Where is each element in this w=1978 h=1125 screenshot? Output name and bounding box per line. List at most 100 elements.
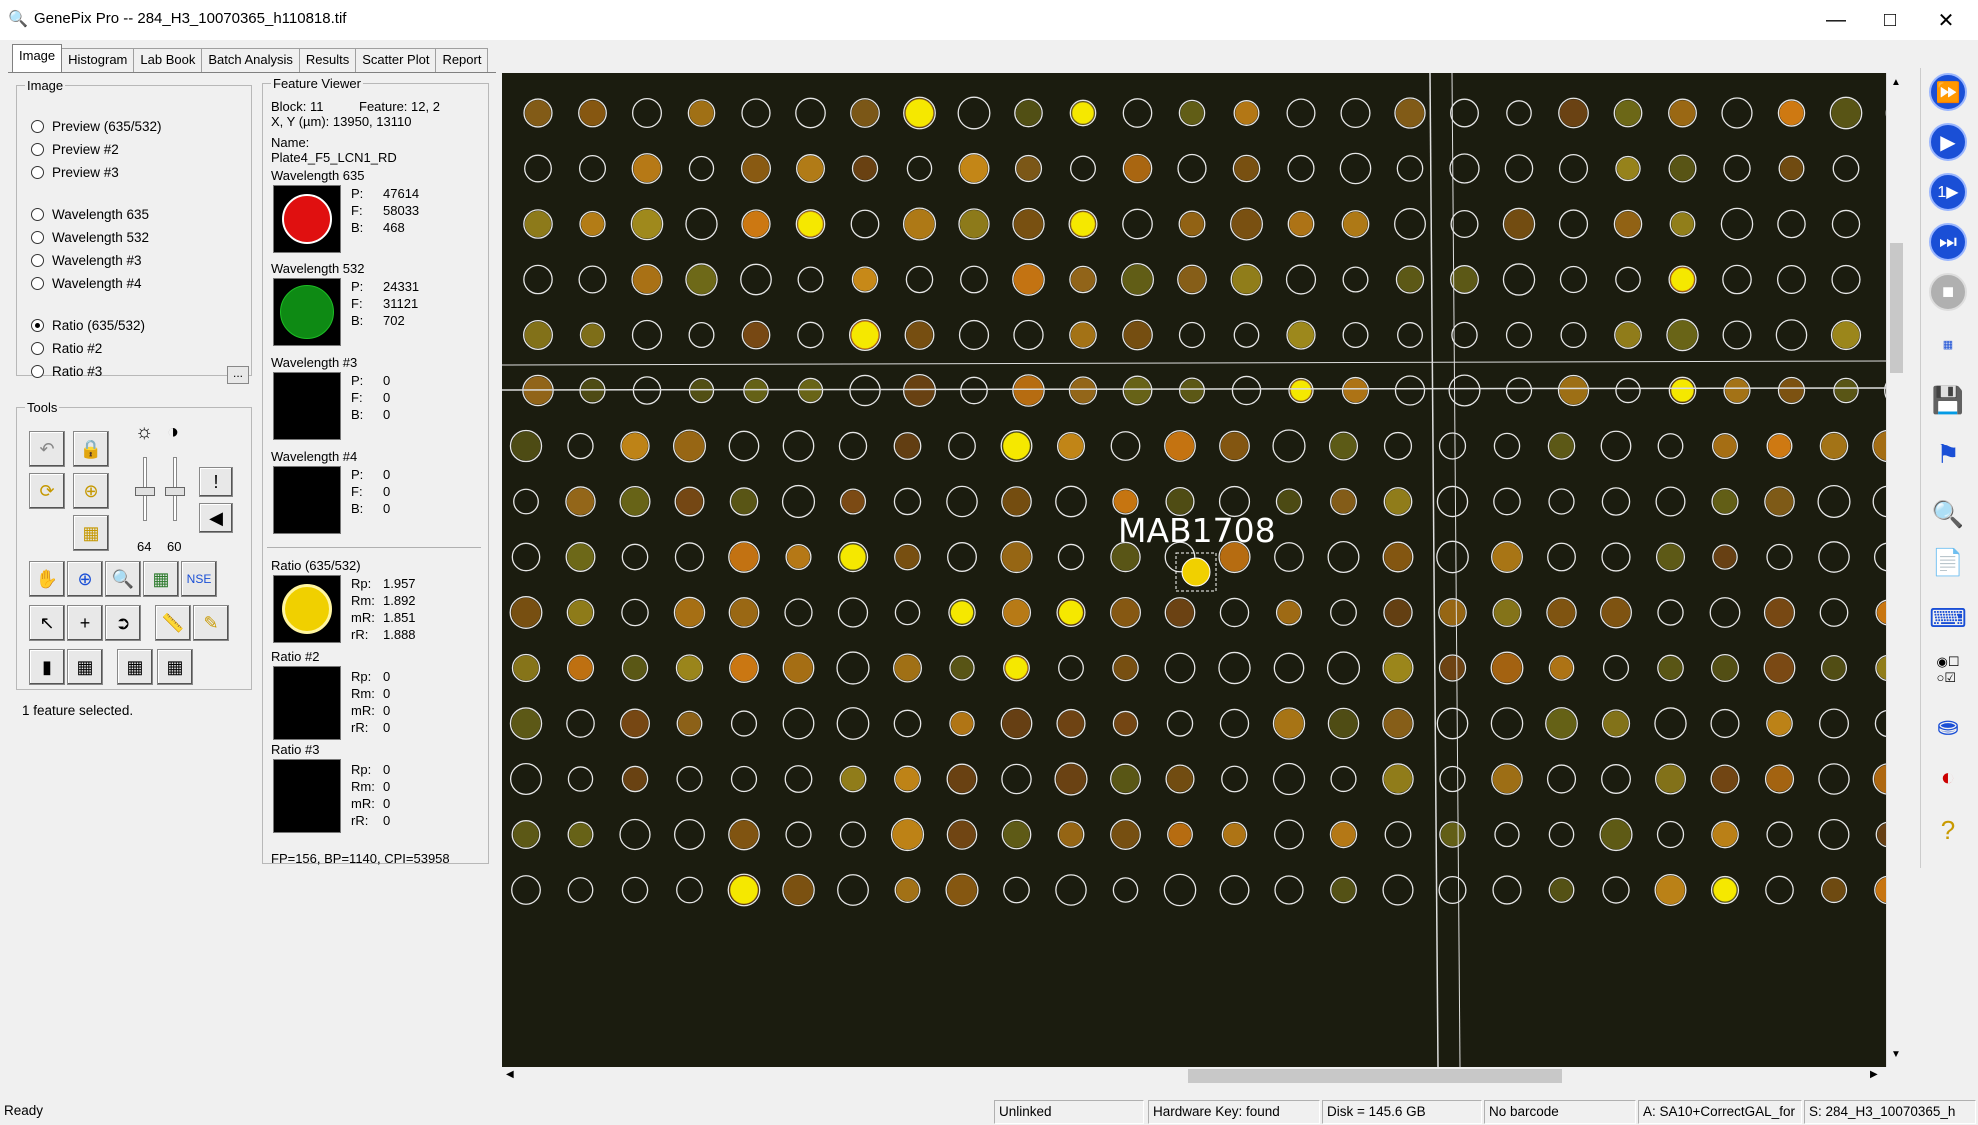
acquire-button[interactable]: ▶ bbox=[1926, 120, 1970, 164]
zoom-icon[interactable]: 🔍 bbox=[105, 561, 141, 597]
tab-batch-analysis[interactable]: Batch Analysis bbox=[201, 48, 300, 72]
zoom-target-icon[interactable]: ⊕ bbox=[67, 561, 103, 597]
vertical-scroll-thumb[interactable] bbox=[1890, 243, 1903, 373]
hardware-button[interactable]: ⛂ bbox=[1926, 704, 1970, 748]
radio-preview-3[interactable]: Preview #3 bbox=[31, 165, 119, 180]
spot-fill bbox=[744, 379, 768, 402]
vertical-scrollbar[interactable]: ▲ ▼ bbox=[1886, 73, 1906, 1067]
option-toggle-button[interactable]: ◉☐ ○☑ bbox=[1926, 648, 1970, 692]
alert-icon[interactable]: ! bbox=[199, 467, 233, 497]
spot-fill bbox=[1780, 157, 1803, 180]
crosshair-icon[interactable]: ⊕ bbox=[73, 473, 109, 509]
spot-outline bbox=[1438, 432, 1467, 460]
lock-icon[interactable]: 🔒 bbox=[73, 431, 109, 467]
tab-report[interactable]: Report bbox=[435, 48, 489, 72]
tab-image[interactable]: Image bbox=[12, 44, 63, 72]
help-button[interactable]: ? bbox=[1926, 808, 1970, 852]
compass-icon[interactable]: NSE bbox=[181, 561, 217, 597]
report-button[interactable]: 📄 bbox=[1926, 540, 1970, 584]
spot-fill bbox=[623, 767, 647, 791]
spot-outline bbox=[1326, 651, 1361, 685]
stop-button[interactable]: ■ bbox=[1926, 270, 1970, 314]
spot-outline bbox=[1546, 764, 1577, 794]
spot-outline bbox=[893, 709, 922, 738]
brightness-slider-thumb[interactable] bbox=[135, 487, 155, 496]
spot-outline bbox=[685, 207, 718, 241]
play-left-icon[interactable]: ◀ bbox=[199, 503, 233, 533]
ruler-icon[interactable]: 📏 bbox=[155, 605, 191, 641]
spot-fill bbox=[568, 600, 593, 625]
radio-ratio-3[interactable]: Ratio #3 bbox=[31, 364, 102, 379]
scroll-down-icon[interactable]: ▼ bbox=[1891, 1049, 1901, 1060]
pencil-icon[interactable]: ✎ bbox=[193, 605, 229, 641]
spot-fill bbox=[1834, 379, 1858, 402]
scroll-right-icon[interactable]: ▶ bbox=[1870, 1069, 1878, 1080]
spot-outline bbox=[1505, 321, 1533, 349]
spot-outline bbox=[960, 265, 988, 294]
spot-outline bbox=[1831, 209, 1861, 239]
block-grid-add-icon[interactable]: ▦ bbox=[117, 649, 153, 685]
add-select-icon[interactable]: + bbox=[67, 605, 103, 641]
spot-outline bbox=[1559, 265, 1588, 294]
tab-results[interactable]: Results bbox=[298, 48, 357, 72]
spot-outline bbox=[1164, 652, 1196, 684]
palette-icon[interactable]: ▦ bbox=[73, 515, 109, 551]
microarray-image-view[interactable]: MAB1708 bbox=[502, 73, 1886, 1067]
find-button[interactable]: 🔍 bbox=[1926, 492, 1970, 536]
wl4-values: 000 bbox=[383, 467, 391, 516]
image-options-button[interactable]: ... bbox=[227, 366, 249, 384]
undo-icon[interactable]: ↶ bbox=[29, 431, 65, 467]
radio-wavelength-635[interactable]: Wavelength 635 bbox=[31, 207, 149, 222]
radio-preview-2[interactable]: Preview #2 bbox=[31, 142, 119, 157]
acquire-multi-button[interactable]: ⏭ bbox=[1926, 220, 1970, 264]
document-icon: 📄 bbox=[1931, 546, 1965, 577]
spot-fill bbox=[896, 878, 919, 902]
block-grid-icon[interactable]: ▦ bbox=[67, 649, 103, 685]
acquire-fast-button[interactable]: ⏩ bbox=[1926, 70, 1970, 114]
radio-ratio-635-532[interactable]: Ratio (635/532) bbox=[31, 318, 145, 333]
grid-results-button[interactable]: ▦ bbox=[1926, 322, 1970, 366]
spot-fill bbox=[1220, 432, 1249, 460]
lasso-icon[interactable]: ➲ bbox=[105, 605, 141, 641]
spot-outline bbox=[797, 266, 824, 293]
spot-fill bbox=[1070, 267, 1096, 292]
scanner-button[interactable]: ⌨ bbox=[1926, 596, 1970, 640]
radio-preview-635-532[interactable]: Preview (635/532) bbox=[31, 119, 162, 134]
maximize-button[interactable]: □ bbox=[1862, 0, 1918, 40]
spot-outline bbox=[1394, 375, 1426, 406]
close-button[interactable]: ✕ bbox=[1918, 0, 1974, 40]
rotate-icon[interactable]: ⟳ bbox=[29, 473, 65, 509]
scroll-up-icon[interactable]: ▲ bbox=[1891, 77, 1901, 88]
tab-lab-book[interactable]: Lab Book bbox=[133, 48, 203, 72]
calculator-icon[interactable]: ▦ bbox=[143, 561, 179, 597]
save-button[interactable]: 💾 bbox=[1926, 378, 1970, 422]
scroll-left-icon[interactable]: ◀ bbox=[506, 1069, 514, 1080]
tab-histogram[interactable]: Histogram bbox=[61, 48, 135, 72]
spot-fill bbox=[948, 820, 976, 849]
contrast-slider-thumb[interactable] bbox=[165, 487, 185, 496]
spot-outline bbox=[1723, 154, 1751, 183]
spot-outline bbox=[730, 765, 758, 793]
gauge-button[interactable]: ◐ bbox=[1926, 756, 1970, 800]
select-icon[interactable]: ↖ bbox=[29, 605, 65, 641]
block-single-icon[interactable]: ▮ bbox=[29, 649, 65, 685]
horizontal-scroll-thumb[interactable] bbox=[1188, 1069, 1562, 1083]
block-grid-edit-icon[interactable]: ▦ bbox=[157, 649, 193, 685]
spot-fill bbox=[1492, 542, 1522, 572]
brightness-value: 64 bbox=[137, 539, 152, 554]
status-gal: A: SA10+CorrectGAL_for bbox=[1638, 1100, 1802, 1124]
radio-ratio-2[interactable]: Ratio #2 bbox=[31, 341, 102, 356]
feature-info: Feature: 12, 2 bbox=[359, 99, 440, 114]
tab-scatter-plot[interactable]: Scatter Plot bbox=[355, 48, 437, 72]
flag-button[interactable]: ⚑ bbox=[1926, 432, 1970, 476]
minimize-button[interactable]: — bbox=[1808, 0, 1864, 40]
spot-fill bbox=[1056, 764, 1086, 794]
radio-wavelength-3[interactable]: Wavelength #3 bbox=[31, 253, 142, 268]
spot-outline bbox=[1831, 264, 1861, 295]
radio-wavelength-4[interactable]: Wavelength #4 bbox=[31, 276, 142, 291]
spot-outline bbox=[1657, 599, 1684, 626]
horizontal-scrollbar[interactable]: ◀ ▶ bbox=[502, 1067, 1886, 1085]
radio-wavelength-532[interactable]: Wavelength 532 bbox=[31, 230, 149, 245]
acquire-single-button[interactable]: 1▶ bbox=[1926, 170, 1970, 214]
hand-icon[interactable]: ✋ bbox=[29, 561, 65, 597]
